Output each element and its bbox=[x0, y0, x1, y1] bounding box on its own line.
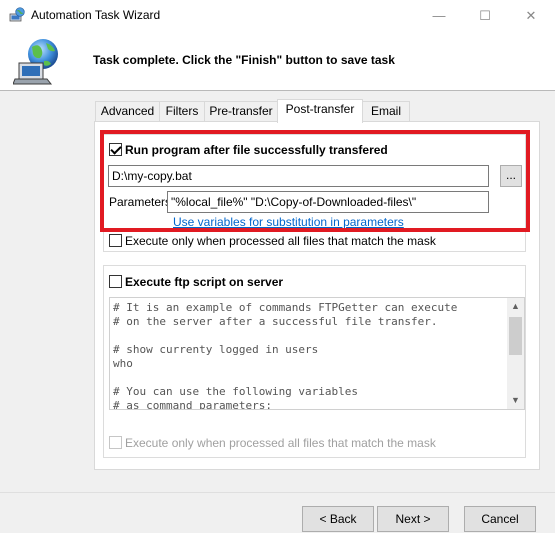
ftp-script-label: Execute ftp script on server bbox=[125, 275, 284, 289]
variables-link[interactable]: Use variables for substitution in parame… bbox=[173, 215, 404, 229]
ftp-script-textarea[interactable]: # It is an example of commands FTPGetter… bbox=[109, 297, 525, 410]
tab-pre-transfer[interactable]: Pre-transfer bbox=[204, 101, 278, 122]
run-program-checkbox[interactable] bbox=[109, 143, 122, 156]
ftp-script-content: # It is an example of commands FTPGetter… bbox=[113, 301, 458, 410]
minimize-button[interactable]: — bbox=[416, 0, 462, 31]
next-button[interactable]: Next > bbox=[377, 506, 449, 532]
ftp-script-checkbox[interactable] bbox=[109, 275, 122, 288]
header-instruction: Task complete. Click the "Finish" button… bbox=[93, 53, 395, 67]
tab-email[interactable]: Email bbox=[362, 101, 410, 122]
script-scrollbar[interactable]: ▲ ▼ bbox=[507, 298, 524, 409]
tab-label: Pre-transfer bbox=[209, 104, 273, 118]
scroll-thumb[interactable] bbox=[509, 317, 522, 355]
program-path-input[interactable]: D:\my-copy.bat bbox=[108, 165, 489, 187]
parameters-input[interactable]: "%local_file%" "D:\Copy-of-Downloaded-fi… bbox=[167, 191, 489, 213]
parameters-label: Parameters bbox=[109, 195, 172, 209]
globe-computer-icon bbox=[9, 7, 25, 22]
execute-only-label: Execute only when processed all files th… bbox=[125, 234, 436, 248]
tab-filters[interactable]: Filters bbox=[159, 101, 205, 122]
title-bar: Automation Task Wizard — ☐ ✕ bbox=[0, 0, 555, 31]
tab-label: Post-transfer bbox=[285, 102, 355, 116]
cancel-button[interactable]: Cancel bbox=[464, 506, 536, 532]
footer-divider bbox=[0, 492, 555, 493]
execute-only-checkbox[interactable] bbox=[109, 234, 122, 247]
scroll-up-icon[interactable]: ▲ bbox=[507, 298, 524, 315]
maximize-button[interactable]: ☐ bbox=[462, 0, 508, 31]
ftp-execute-only-label: Execute only when processed all files th… bbox=[125, 436, 436, 450]
close-button[interactable]: ✕ bbox=[508, 0, 554, 31]
tab-label: Email bbox=[370, 104, 401, 118]
globe-laptop-icon bbox=[13, 39, 58, 85]
window-title: Automation Task Wizard bbox=[31, 8, 161, 22]
browse-button[interactable]: ... bbox=[500, 165, 522, 187]
back-button[interactable]: < Back bbox=[302, 506, 374, 532]
tab-label: Filters bbox=[165, 104, 199, 118]
tab-post-transfer[interactable]: Post-transfer bbox=[277, 99, 363, 123]
tab-label: Advanced bbox=[100, 104, 155, 118]
ftp-execute-only-checkbox[interactable] bbox=[109, 436, 122, 449]
run-program-label: Run program after file successfully tran… bbox=[125, 143, 388, 157]
wizard-header: Task complete. Click the "Finish" button… bbox=[0, 31, 555, 91]
tab-advanced[interactable]: Advanced bbox=[95, 101, 160, 122]
scroll-down-icon[interactable]: ▼ bbox=[507, 392, 524, 409]
